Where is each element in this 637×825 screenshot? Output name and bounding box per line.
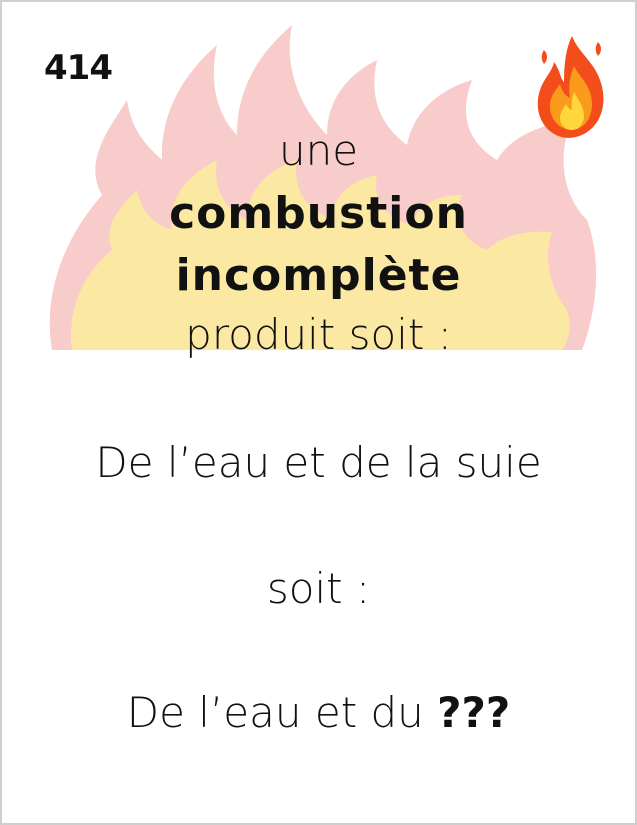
answer-option-1: De l’eau et de la suie [95, 438, 542, 487]
fire-icon-spark-left [541, 50, 547, 64]
fire-icon [537, 36, 604, 138]
answer-option-2: De l’eau et du ??? [2, 688, 635, 737]
question-line-3: incomplète [175, 250, 462, 301]
separator-text: soit : [266, 564, 371, 613]
answer-blank: ??? [437, 688, 511, 737]
question-line-4: produit soit : [185, 310, 452, 359]
question-card: 414 une combustion incomplète produit so… [0, 0, 637, 825]
card-number: 414 [44, 48, 113, 88]
answer-option-2-prefix: De l’eau et du [126, 688, 424, 737]
question-line-2: combustion [169, 188, 468, 239]
question-line-1: une [278, 126, 359, 175]
fire-icon-spark-right [595, 42, 601, 56]
